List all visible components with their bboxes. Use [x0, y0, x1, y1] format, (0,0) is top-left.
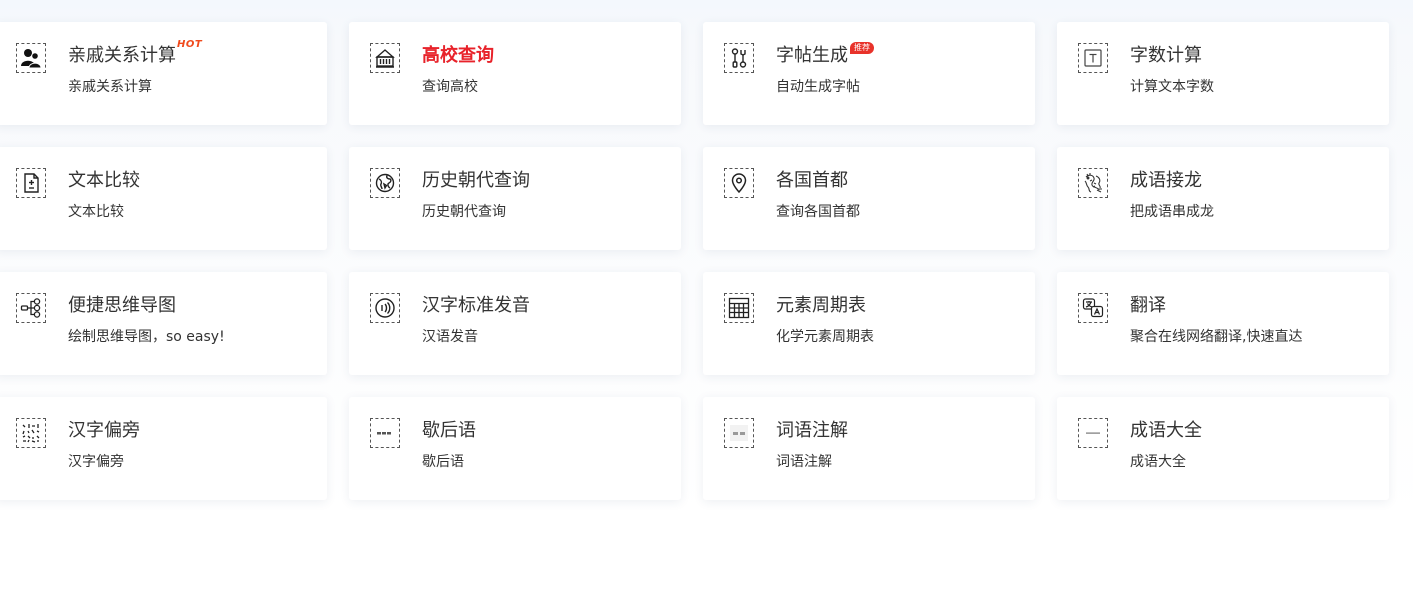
tool-grid: 亲戚关系计算 HOT 亲戚关系计算 高校查询 查询高校 字帖生成 推荐 自动生成…: [0, 22, 1389, 500]
tool-description: 历史朝代查询: [422, 204, 506, 220]
mindmap-icon: [16, 293, 46, 323]
tool-card-translate[interactable]: 翻译 聚合在线网络翻译,快速直达: [1057, 272, 1389, 375]
tool-description: 词语注解: [776, 454, 832, 470]
tool-card-relatives[interactable]: 亲戚关系计算 HOT 亲戚关系计算: [0, 22, 327, 125]
table-grid-icon: [724, 293, 754, 323]
tool-card-idioms[interactable]: 成语大全 成语大全: [1057, 397, 1389, 500]
map-pin-icon: [724, 168, 754, 198]
tool-card-word-count[interactable]: 字数计算 计算文本字数: [1057, 22, 1389, 125]
tool-description: 文本比较: [68, 204, 124, 220]
text-box-icon: [1078, 43, 1108, 73]
tool-title: 字数计算: [1130, 45, 1202, 66]
document-compare-icon: [16, 168, 46, 198]
tool-card-copybook[interactable]: 字帖生成 推荐 自动生成字帖: [703, 22, 1035, 125]
tool-title: 歇后语: [422, 420, 476, 441]
recommend-badge: 推荐: [850, 42, 874, 54]
hot-badge: HOT: [177, 39, 203, 50]
sound-wave-icon: [370, 293, 400, 323]
tool-title: 高校查询: [422, 45, 494, 66]
tool-card-xiehouyu[interactable]: 歇后语 歇后语: [349, 397, 681, 500]
tool-title: 字帖生成: [776, 45, 848, 66]
tool-card-mindmap[interactable]: 便捷思维导图 绘制思维导图，so easy!: [0, 272, 327, 375]
tool-title: 汉字偏旁: [68, 420, 140, 441]
tool-title: 历史朝代查询: [422, 170, 530, 191]
tool-title: 翻译: [1130, 295, 1166, 316]
tool-description: 自动生成字帖: [776, 79, 860, 95]
relatives-icon: [16, 43, 46, 73]
tool-description: 计算文本字数: [1130, 79, 1214, 95]
tool-description: 绘制思维导图，so easy!: [68, 329, 225, 345]
tool-description: 汉语发音: [422, 329, 478, 345]
translate-icon: [1078, 293, 1108, 323]
tool-title: 元素周期表: [776, 295, 866, 316]
xiehouyu-thumbnail-icon: [370, 418, 400, 448]
tool-card-university[interactable]: 高校查询 查询高校: [349, 22, 681, 125]
tool-card-idiom-chain[interactable]: 成语接龙 把成语串成龙: [1057, 147, 1389, 250]
tool-description: 亲戚关系计算: [68, 79, 152, 95]
tool-card-pronunciation[interactable]: 汉字标准发音 汉语发音: [349, 272, 681, 375]
tools-icon: [724, 43, 754, 73]
idioms-thumbnail-icon: [1078, 418, 1108, 448]
university-icon: [370, 43, 400, 73]
tool-title: 亲戚关系计算: [68, 45, 176, 66]
tool-card-dynasty[interactable]: 历史朝代查询 历史朝代查询: [349, 147, 681, 250]
tool-card-capitals[interactable]: 各国首都 查询各国首都: [703, 147, 1035, 250]
tool-title: 各国首都: [776, 170, 848, 191]
tool-card-word-notes[interactable]: 词语注解 词语注解: [703, 397, 1035, 500]
globe-icon: [370, 168, 400, 198]
tool-card-radicals[interactable]: 汉字偏旁 汉字偏旁: [0, 397, 327, 500]
tool-description: 汉字偏旁: [68, 454, 124, 470]
tool-title: 文本比较: [68, 170, 140, 191]
tool-title: 便捷思维导图: [68, 295, 176, 316]
tool-description: 歇后语: [422, 454, 464, 470]
tool-title: 成语接龙: [1130, 170, 1202, 191]
radicals-icon: [16, 418, 46, 448]
tool-title: 汉字标准发音: [422, 295, 530, 316]
tool-description: 查询各国首都: [776, 204, 860, 220]
tool-title: 成语大全: [1130, 420, 1202, 441]
tool-description: 化学元素周期表: [776, 329, 874, 345]
tool-card-periodic-table[interactable]: 元素周期表 化学元素周期表: [703, 272, 1035, 375]
tool-description: 把成语串成龙: [1130, 204, 1214, 220]
tool-title: 词语注解: [776, 420, 848, 441]
tool-card-text-compare[interactable]: 文本比较 文本比较: [0, 147, 327, 250]
tool-description: 聚合在线网络翻译,快速直达: [1130, 329, 1303, 345]
word-notes-thumbnail-icon: [724, 418, 754, 448]
dragon-icon: [1078, 168, 1108, 198]
tool-description: 查询高校: [422, 79, 478, 95]
tool-description: 成语大全: [1130, 454, 1186, 470]
